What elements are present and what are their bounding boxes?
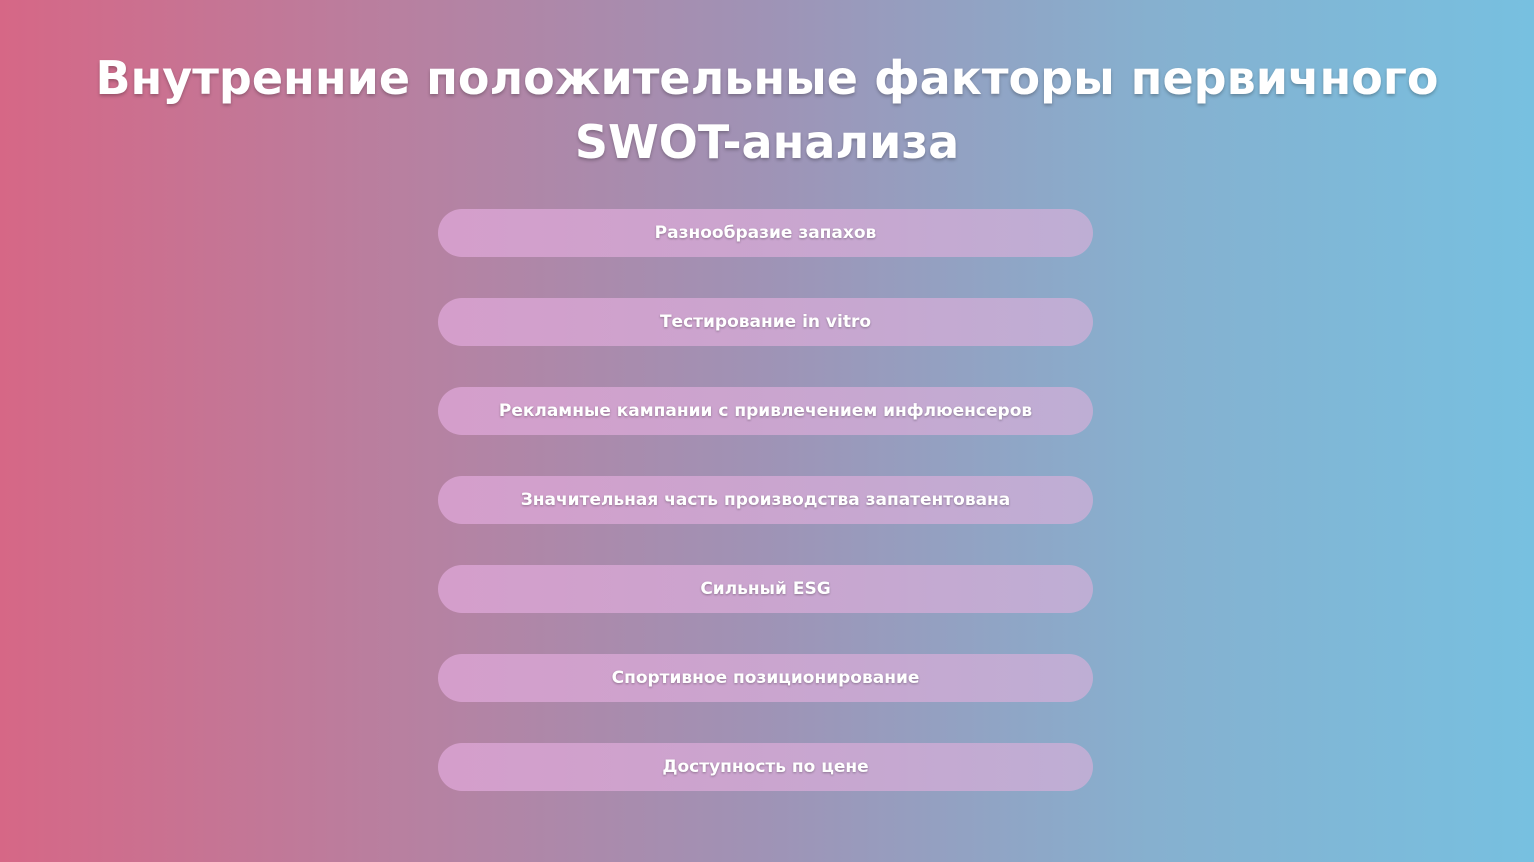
factor-list: Разнообразие запахов Тестирование in vit…	[438, 209, 1093, 832]
page-title: Внутренние положительные факторы первичн…	[0, 46, 1534, 174]
factor-item-patented-production: Значительная часть производства запатент…	[438, 476, 1093, 524]
factor-item-sport-positioning: Спортивное позиционирование	[438, 654, 1093, 702]
factor-item-strong-esg: Сильный ESG	[438, 565, 1093, 613]
factor-label: Сильный ESG	[700, 579, 831, 599]
factor-item-scent-variety: Разнообразие запахов	[438, 209, 1093, 257]
factor-item-influencer-campaigns: Рекламные кампании с привлечением инфлюе…	[438, 387, 1093, 435]
slide: Внутренние положительные факторы первичн…	[0, 0, 1534, 862]
title-line-2: SWOT-анализа	[574, 115, 960, 169]
factor-label: Тестирование in vitro	[659, 312, 872, 332]
factor-label: Доступность по цене	[662, 757, 869, 777]
factor-item-affordable-price: Доступность по цене	[438, 743, 1093, 791]
factor-label: Разнообразие запахов	[654, 223, 877, 243]
factor-label: Спортивное позиционирование	[611, 668, 920, 688]
factor-label: Рекламные кампании с привлечением инфлюе…	[498, 401, 1033, 421]
factor-label: Значительная часть производства запатент…	[520, 490, 1011, 510]
factor-item-in-vitro-testing: Тестирование in vitro	[438, 298, 1093, 346]
title-line-1: Внутренние положительные факторы первичн…	[95, 51, 1439, 105]
